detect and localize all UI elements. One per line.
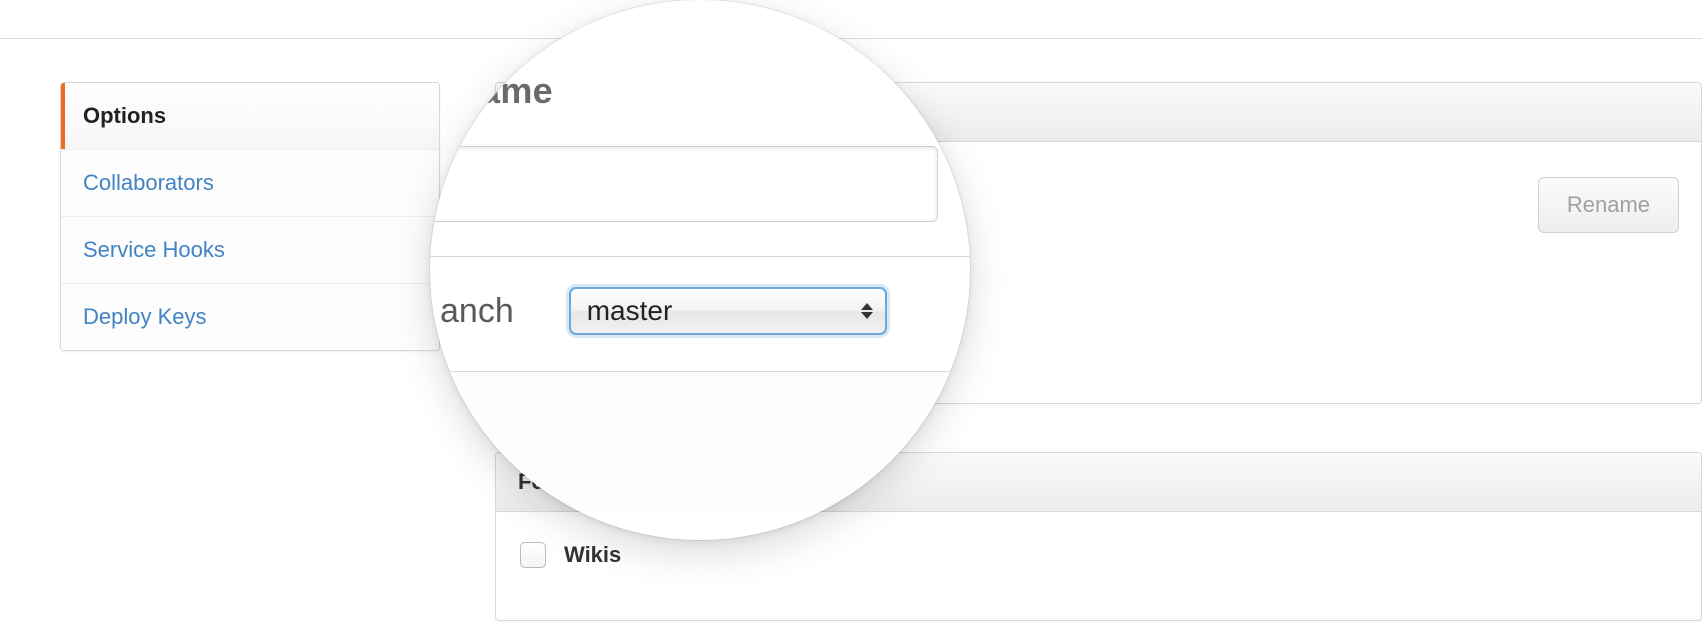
sidebar-item-label: Deploy Keys xyxy=(83,304,207,329)
sidebar-item-service-hooks[interactable]: Service Hooks xyxy=(61,216,439,283)
rename-button[interactable]: Rename xyxy=(1538,177,1679,233)
default-branch-select[interactable]: master xyxy=(569,287,887,335)
default-branch-label-fragment: anch xyxy=(440,292,514,331)
sidebar-item-options[interactable]: Options xyxy=(61,83,439,149)
wikis-label: Wikis xyxy=(564,542,621,568)
wikis-checkbox[interactable] xyxy=(520,542,546,568)
sidebar-item-label: Collaborators xyxy=(83,170,214,195)
feature-row-wikis: Wikis xyxy=(518,534,1679,598)
magnifier-lens: ame anch master xyxy=(430,0,970,540)
sidebar-item-label: Service Hooks xyxy=(83,237,225,262)
select-stepper-icon xyxy=(861,303,873,319)
sidebar-item-deploy-keys[interactable]: Deploy Keys xyxy=(61,283,439,350)
settings-sidebar: Options Collaborators Service Hooks Depl… xyxy=(60,82,440,351)
divider xyxy=(430,256,970,257)
rename-button-label: Rename xyxy=(1567,192,1650,217)
sidebar-item-label: Options xyxy=(83,103,166,128)
repo-name-label-fragment: ame xyxy=(430,70,970,112)
sidebar-item-collaborators[interactable]: Collaborators xyxy=(61,149,439,216)
default-branch-selected-value: master xyxy=(587,295,673,327)
page-top-divider xyxy=(0,38,1702,39)
repo-name-input[interactable] xyxy=(430,146,938,222)
